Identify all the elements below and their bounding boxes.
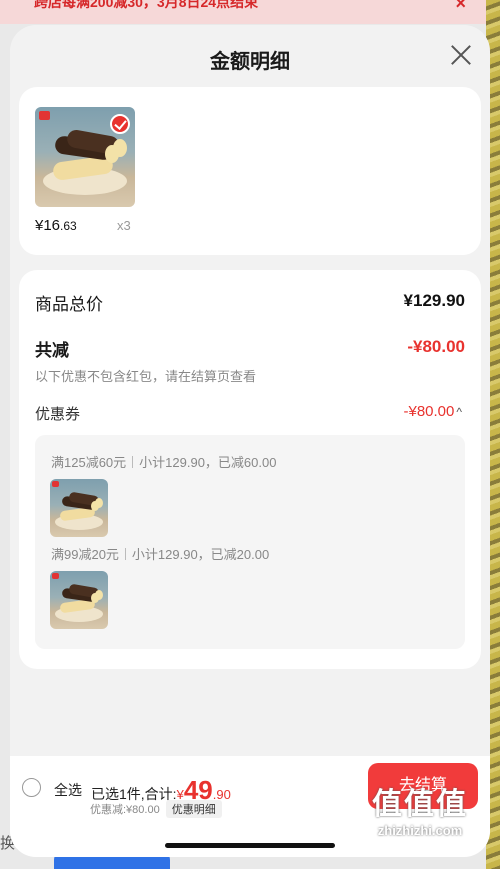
watermark-sub: zhizhizhi.com [377, 823, 463, 838]
discount-note: 以下优惠不包含红包，请在结算页查看 [35, 369, 257, 384]
coupon-detail: 小计129.90，已减20.00 [131, 547, 270, 562]
roll-end-shape [95, 589, 104, 600]
selected-check-icon[interactable] [110, 114, 130, 134]
coupon-product-image [50, 479, 108, 537]
select-all-radio[interactable] [22, 778, 41, 797]
close-icon[interactable] [450, 44, 472, 66]
coupon-label: 优惠券 [35, 406, 81, 423]
coupon-rule: 满99减20元 [51, 547, 119, 562]
unit-price-int: ¥16 [35, 217, 61, 234]
total-reduce-value: -¥80.00 [407, 337, 465, 356]
total-price-value: ¥129.90 [403, 291, 465, 310]
divider [124, 548, 126, 560]
home-indicator [165, 843, 335, 848]
brand-logo-icon [39, 111, 50, 120]
unit-price: ¥16.63 [35, 217, 77, 234]
discount-summary: 优惠减:¥80.00 优惠明细 [90, 800, 222, 818]
amount-detail-sheet: 金额明细 ¥16.63 x3 商品总价 ¥129.90 共减 -¥80.00 以… [10, 25, 490, 857]
total-price-label: 商品总价 [35, 295, 103, 314]
coupon-value: -¥80.00 [403, 403, 455, 420]
coupon-toggle[interactable]: -¥80.00 ^ [403, 403, 462, 420]
brand-logo-icon [52, 573, 59, 579]
select-all-label[interactable]: 全选 [54, 780, 82, 800]
promo-banner: 跨店每满200减30，3月8日24点结束 × [0, 0, 500, 24]
discount-detail-button[interactable]: 优惠明细 [165, 800, 222, 818]
brand-logo-icon [52, 481, 59, 487]
discount-text: 优惠减:¥80.00 [90, 804, 160, 816]
promo-banner-close-icon[interactable]: × [455, 0, 466, 12]
unit-price-dec: .63 [60, 219, 77, 233]
total-reduce-label: 共减 [35, 341, 69, 360]
watermark: 值值值 zhizhizhi.com [350, 787, 490, 839]
coupon-item: 满125减60元 小计129.90，已减60.00 [51, 452, 276, 471]
sheet-title: 金额明细 [210, 51, 290, 73]
coupon-product-image [50, 571, 108, 629]
coupon-detail: 小计129.90，已减60.00 [139, 455, 277, 470]
divider [132, 456, 134, 468]
watermark-main: 值值值 [372, 788, 468, 821]
coupon-rule: 满125减60元 [51, 455, 127, 470]
roll-end-shape [95, 497, 104, 508]
promo-banner-text: 跨店每满200减30，3月8日24点结束 [34, 0, 259, 10]
coupon-item: 满99减20元 小计129.90，已减20.00 [51, 544, 269, 563]
coupon-list: 满125减60元 小计129.90，已减60.00 满99减20元 小计129.90… [35, 435, 465, 649]
chevron-up-icon: ^ [456, 405, 462, 419]
quantity: x3 [117, 218, 131, 233]
roll-end-shape [113, 139, 127, 157]
